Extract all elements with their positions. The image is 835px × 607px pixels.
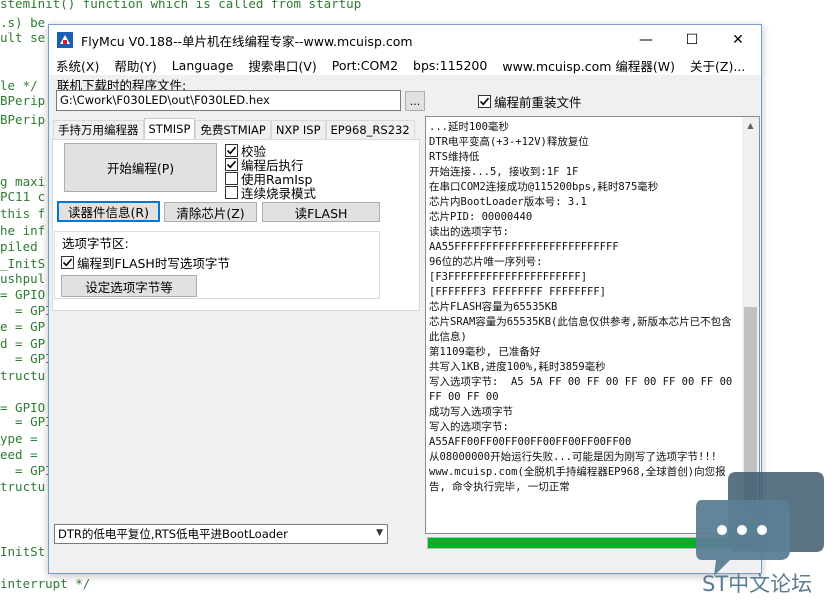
write-option-bytes-checkbox[interactable]: 编程到FLASH时写选项字节 bbox=[61, 253, 230, 272]
read-flash-button[interactable]: 读FLASH bbox=[262, 202, 380, 222]
log-line: 芯片内BootLoader版本号: 3.1 bbox=[429, 196, 587, 208]
tab-nxp-isp[interactable]: NXP ISP bbox=[270, 120, 326, 139]
editor-line: InitSt bbox=[0, 544, 46, 559]
menu-about[interactable]: 关于(Z)... bbox=[683, 56, 753, 75]
editor-line: tructu bbox=[0, 479, 46, 494]
flymcu-app-icon bbox=[57, 32, 73, 48]
log-line: 芯片SRAM容量为65535KB(此信息仅供参考,新版本芯片已不包含此信息) bbox=[429, 316, 732, 343]
editor-line: BPerip bbox=[0, 112, 46, 127]
menu-bps[interactable]: bps:115200 bbox=[406, 58, 495, 73]
menu-language[interactable]: Language bbox=[165, 58, 242, 73]
log-line: 开始连接...5, 接收到:1F 1F bbox=[429, 166, 579, 178]
log-line: [FFFFFFF3 FFFFFFFF FFFFFFFF] bbox=[429, 286, 607, 298]
erase-chip-button[interactable]: 清除芯片(Z) bbox=[164, 202, 257, 222]
maximize-button[interactable]: ☐ bbox=[669, 25, 715, 55]
log-line: 共写入1KB,进度100%,耗时3859毫秒 bbox=[429, 361, 606, 373]
checkbox-box[interactable] bbox=[61, 256, 74, 269]
menu-programmer[interactable]: www.mcuisp.com 编程器(W) bbox=[495, 56, 683, 75]
tab-free-stmiap[interactable]: 免费STMIAP bbox=[195, 120, 271, 139]
log-line: 芯片FLASH容量为65535KB bbox=[429, 301, 558, 313]
chevron-down-icon[interactable]: ▼ bbox=[376, 528, 383, 538]
check-icon bbox=[479, 97, 490, 106]
window-title: FlyMcu V0.188--单片机在线编程专家--www.mcuisp.com bbox=[81, 33, 413, 49]
editor-line: tructu bbox=[0, 368, 46, 383]
flymcu-window: FlyMcu V0.188--单片机在线编程专家--www.mcuisp.com… bbox=[48, 24, 762, 574]
reset-mode-select[interactable]: DTR的低电平复位,RTS低电平进BootLoader ▼ bbox=[54, 524, 388, 544]
close-button[interactable]: ✕ bbox=[715, 25, 761, 55]
minimize-button[interactable]: — bbox=[623, 25, 669, 55]
tab-stmisp[interactable]: STMISP bbox=[143, 118, 196, 139]
tab-handheld-programmer[interactable]: 手持万用编程器 bbox=[53, 120, 144, 139]
option-continuous-mode-label: 连续烧录模式 bbox=[241, 186, 317, 201]
checkbox-box[interactable] bbox=[225, 186, 238, 199]
checkbox-box[interactable] bbox=[478, 95, 491, 108]
log-line: 从08000000开始运行失败...可能是因为刚写了选项字节!!! bbox=[429, 451, 718, 463]
log-line: 写入的选项字节: bbox=[429, 421, 509, 433]
watermark-text: ST中文论坛 bbox=[702, 572, 813, 596]
editor-line: stemInit() function which is called from… bbox=[0, 0, 362, 11]
log-line: [F3FFFFFFFFFFFFFFFFFFFFF] bbox=[429, 271, 588, 283]
log-line: A55AFF00FF00FF00FF00FF00FF00FF00 bbox=[429, 436, 632, 448]
log-line: 读出的选项字节: bbox=[429, 226, 509, 238]
menu-system[interactable]: 系统(X) bbox=[49, 56, 107, 75]
reload-before-program-label: 编程前重装文件 bbox=[494, 95, 582, 110]
log-line: 在串口COM2连接成功@115200bps,耗时875毫秒 bbox=[429, 181, 659, 193]
option-continuous-mode[interactable]: 连续烧录模式 bbox=[225, 183, 316, 202]
check-icon bbox=[62, 258, 73, 267]
editor-line: interrupt */ bbox=[0, 576, 91, 591]
write-option-bytes-label: 编程到FLASH时写选项字节 bbox=[77, 256, 230, 271]
editor-line: BPerip bbox=[0, 93, 46, 108]
reload-before-program-checkbox[interactable]: 编程前重装文件 bbox=[478, 92, 582, 111]
log-line: AA55FFFFFFFFFFFFFFFFFFFFFFFFFF bbox=[429, 241, 619, 253]
read-device-info-button[interactable]: 读器件信息(R) bbox=[57, 201, 160, 222]
menu-bar: 系统(X) 帮助(Y) Language 搜索串口(V) Port:COM2 b… bbox=[49, 55, 761, 75]
log-text: ...延时100毫秒 DTR电平变高(+3-+12V)释放复位 RTS维持低开始连接… bbox=[429, 120, 739, 495]
editor-line: ult se bbox=[0, 30, 46, 45]
log-line: www.mcuisp.com(全脱机手持编程器EP968,全球首创)向您报告, … bbox=[429, 466, 726, 493]
reset-mode-value: DTR的低电平复位,RTS低电平进BootLoader bbox=[58, 527, 288, 541]
log-line: 成功写入选项字节 bbox=[429, 406, 513, 418]
log-line: 96位的芯片唯一序列号: bbox=[429, 256, 543, 268]
tab-ep968-rs232[interactable]: EP968_RS232 bbox=[325, 120, 415, 139]
scroll-up-icon[interactable]: ▲ bbox=[742, 117, 759, 134]
menu-port[interactable]: Port:COM2 bbox=[325, 58, 406, 73]
tab-strip: 手持万用编程器 STMISP 免费STMIAP NXP ISP EP968_RS… bbox=[53, 118, 415, 139]
menu-help[interactable]: 帮助(Y) bbox=[107, 56, 164, 75]
option-bytes-group-title: 选项字节区: bbox=[61, 233, 130, 252]
log-line: 芯片PID: 00000440 bbox=[429, 211, 533, 223]
log-line: DTR电平变高(+3-+12V)释放复位 bbox=[429, 136, 589, 148]
log-line: 第1109毫秒, 已准备好 bbox=[429, 346, 541, 358]
start-program-button[interactable]: 开始编程(P) bbox=[64, 143, 217, 192]
title-bar: FlyMcu V0.188--单片机在线编程专家--www.mcuisp.com… bbox=[49, 25, 761, 55]
menu-search-port[interactable]: 搜索串口(V) bbox=[241, 56, 324, 75]
program-file-path-input[interactable]: G:\Cwork\F030LED\out\F030LED.hex bbox=[56, 90, 401, 111]
log-line: ...延时100毫秒 bbox=[429, 121, 509, 133]
set-option-bytes-button[interactable]: 设定选项字节等 bbox=[61, 275, 197, 297]
log-line: RTS维持低 bbox=[429, 151, 480, 163]
browse-file-button[interactable]: ... bbox=[405, 91, 425, 111]
log-line: 写入选项字节: A5 5A FF 00 FF 00 FF 00 FF 00 FF… bbox=[429, 376, 739, 403]
